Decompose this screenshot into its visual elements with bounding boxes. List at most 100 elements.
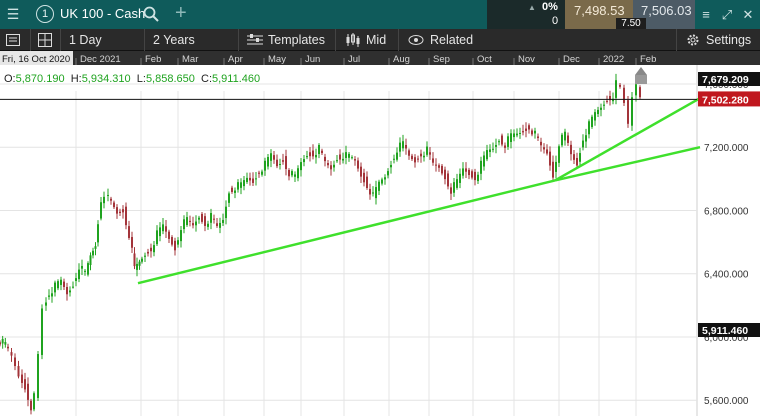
candle-body[interactable]: [324, 156, 326, 162]
candle-body[interactable]: [501, 135, 503, 145]
candle-body[interactable]: [162, 224, 164, 232]
candle-body[interactable]: [122, 209, 124, 213]
candle-body[interactable]: [384, 177, 386, 180]
related-button[interactable]: Related: [408, 29, 473, 51]
candle-body[interactable]: [201, 213, 203, 222]
candle-body[interactable]: [474, 171, 476, 181]
candle-body[interactable]: [519, 132, 521, 134]
candle-body[interactable]: [66, 286, 68, 295]
candle-body[interactable]: [159, 227, 161, 237]
candle-body[interactable]: [1, 338, 4, 344]
candle-body[interactable]: [453, 182, 455, 193]
candle-body[interactable]: [264, 160, 266, 171]
candle-body[interactable]: [591, 116, 593, 127]
candle-body[interactable]: [246, 177, 248, 182]
candle-body[interactable]: [147, 251, 149, 254]
candle-body[interactable]: [504, 145, 506, 148]
candle-body[interactable]: [48, 295, 50, 297]
toolbar-menu-icon[interactable]: [6, 29, 20, 51]
candle-body[interactable]: [213, 218, 215, 220]
candle-body[interactable]: [600, 107, 602, 110]
candle-body[interactable]: [540, 141, 542, 146]
candle-body[interactable]: [582, 140, 584, 148]
candle-body[interactable]: [495, 145, 497, 147]
candle-body[interactable]: [189, 220, 191, 222]
candle-body[interactable]: [228, 193, 230, 203]
candle-body[interactable]: [534, 130, 536, 134]
candle-body[interactable]: [27, 383, 29, 400]
candle-body[interactable]: [561, 134, 563, 146]
instrument-title[interactable]: UK 100 - Cash: [60, 6, 145, 21]
candle-body[interactable]: [144, 255, 146, 257]
candle-body[interactable]: [168, 231, 170, 239]
candle-body[interactable]: [0, 342, 1, 345]
candle-body[interactable]: [330, 165, 332, 170]
candle-body[interactable]: [285, 156, 287, 170]
candle-body[interactable]: [579, 153, 581, 162]
candle-body[interactable]: [372, 192, 374, 194]
candle-body[interactable]: [513, 133, 515, 138]
candle-body[interactable]: [204, 216, 206, 226]
settings-button[interactable]: Settings: [686, 29, 751, 51]
candle-body[interactable]: [57, 281, 59, 289]
candle-body[interactable]: [486, 150, 488, 160]
candle-body[interactable]: [351, 157, 353, 159]
scroll-latest-box[interactable]: [635, 75, 647, 84]
candle-body[interactable]: [60, 279, 62, 285]
interval-select[interactable]: 1 Day: [69, 29, 102, 51]
candle-body[interactable]: [75, 278, 77, 281]
candle-body[interactable]: [303, 159, 305, 163]
candle-body[interactable]: [54, 282, 56, 293]
candle-body[interactable]: [119, 211, 121, 213]
candle-body[interactable]: [417, 158, 419, 160]
candle-body[interactable]: [387, 171, 389, 176]
candle-body[interactable]: [522, 131, 524, 133]
candle-body[interactable]: [447, 173, 449, 187]
candle-body[interactable]: [133, 253, 136, 267]
candle-body[interactable]: [597, 109, 599, 115]
layout-grid-icon[interactable]: [38, 29, 52, 51]
candle-body[interactable]: [94, 246, 97, 249]
candle-body[interactable]: [375, 187, 377, 199]
candle-body[interactable]: [312, 150, 314, 157]
candle-body[interactable]: [84, 270, 86, 272]
candle-body[interactable]: [623, 87, 625, 103]
candle-body[interactable]: [72, 286, 74, 288]
candle-body[interactable]: [243, 180, 245, 187]
candle-body[interactable]: [183, 219, 185, 230]
candle-body[interactable]: [276, 159, 278, 167]
candle-body[interactable]: [113, 202, 115, 208]
candle-body[interactable]: [606, 100, 608, 102]
candle-body[interactable]: [294, 174, 296, 177]
candle-body[interactable]: [441, 165, 443, 174]
candle-body[interactable]: [261, 171, 263, 175]
hamburger-icon[interactable]: ☰: [0, 0, 26, 29]
candle-body[interactable]: [45, 302, 47, 306]
candle-body[interactable]: [354, 159, 356, 161]
candle-body[interactable]: [471, 171, 473, 178]
candle-body[interactable]: [270, 153, 272, 161]
candle-body[interactable]: [198, 217, 200, 220]
candle-body[interactable]: [131, 237, 133, 248]
candle-body[interactable]: [321, 150, 323, 154]
candle-body[interactable]: [588, 121, 590, 135]
candle-body[interactable]: [555, 161, 557, 172]
candle-body[interactable]: [288, 169, 290, 177]
candle-body[interactable]: [378, 181, 380, 191]
candle-body[interactable]: [78, 269, 80, 280]
candle-body[interactable]: [171, 237, 173, 245]
candle-body[interactable]: [357, 160, 359, 169]
candle-body[interactable]: [219, 222, 221, 228]
candle-body[interactable]: [279, 163, 281, 165]
candle-body[interactable]: [273, 155, 275, 160]
candle-body[interactable]: [366, 176, 368, 189]
candle-body[interactable]: [81, 265, 83, 269]
candle-body[interactable]: [318, 145, 320, 155]
candle-body[interactable]: [333, 164, 335, 168]
candle-body[interactable]: [282, 160, 284, 162]
candle-body[interactable]: [558, 146, 560, 163]
candle-body[interactable]: [69, 290, 71, 293]
candle-body[interactable]: [136, 263, 138, 270]
candle-body[interactable]: [549, 151, 551, 166]
candle-body[interactable]: [240, 182, 242, 188]
